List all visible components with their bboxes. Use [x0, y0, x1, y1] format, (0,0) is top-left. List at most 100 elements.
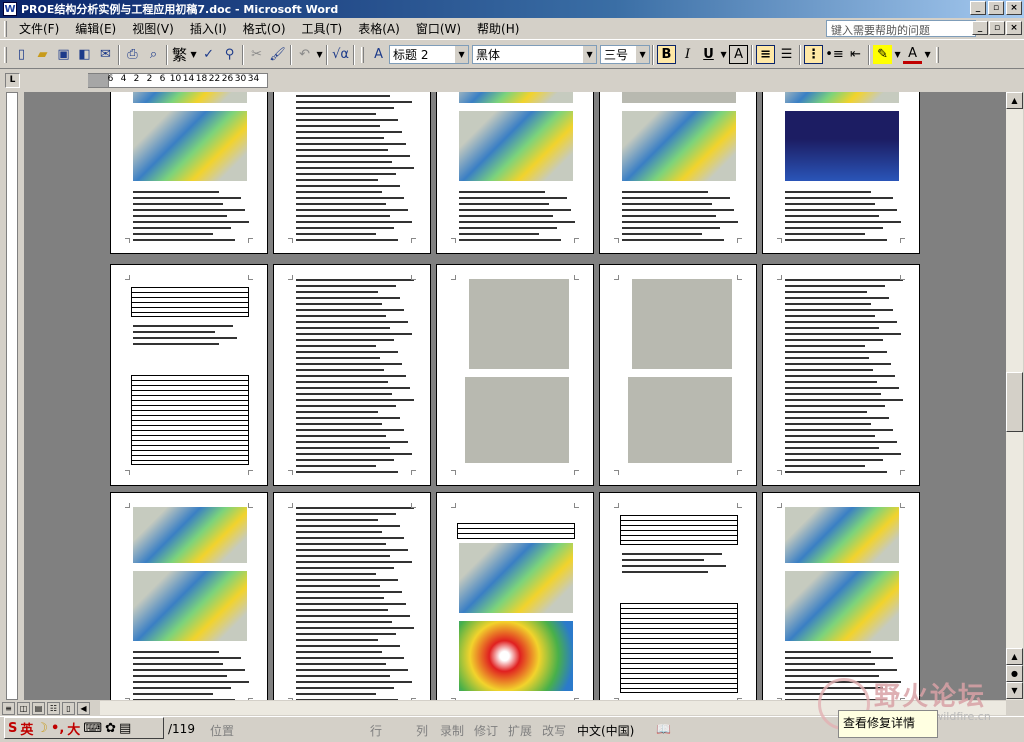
minimize-button[interactable]: _ [970, 1, 986, 15]
outline-view-icon[interactable]: ☷ [47, 701, 60, 715]
tab-selector[interactable]: L [5, 73, 20, 88]
size-combo[interactable]: 三号 ▼ [600, 45, 651, 64]
menu-grip[interactable] [4, 20, 7, 37]
page-thumbnail[interactable] [762, 264, 920, 486]
toolbar-grip[interactable] [361, 46, 365, 63]
underline-dropdown-icon[interactable]: ▼ [719, 50, 728, 59]
menu-help[interactable]: 帮助(H) [469, 18, 527, 39]
email-icon[interactable]: ✉ [95, 44, 116, 65]
restore-button[interactable]: ▫ [988, 1, 1004, 15]
menu-view[interactable]: 视图(V) [124, 18, 182, 39]
font-color-button[interactable]: A [903, 45, 923, 64]
ime-menu-icon[interactable]: ▤ [119, 721, 131, 736]
page-thumbnail[interactable] [273, 264, 431, 486]
menu-format[interactable]: 格式(O) [235, 18, 294, 39]
ime-toolbar[interactable]: S 英 ☽ •, 大 ⌨ ✿ ▤ [4, 717, 164, 739]
close-button[interactable]: × [1006, 1, 1022, 15]
page-thumbnail[interactable] [599, 92, 757, 254]
doc-minimize-button[interactable]: _ [972, 21, 988, 35]
overtype-indicator[interactable]: 改写 [542, 722, 566, 739]
highlight-icon[interactable]: ✎ [873, 45, 893, 64]
menu-insert[interactable]: 插入(I) [182, 18, 235, 39]
cut-icon[interactable]: ✂ [246, 44, 267, 65]
underline-button[interactable]: U [699, 45, 718, 64]
menu-tools[interactable]: 工具(T) [294, 18, 351, 39]
toolbar-grip[interactable] [4, 46, 7, 63]
doc-restore-button[interactable]: ▫ [989, 21, 1005, 35]
decrease-indent-icon[interactable]: ⇤ [846, 45, 865, 64]
page-thumbnail[interactable] [599, 492, 757, 700]
normal-view-icon[interactable]: ≡ [2, 701, 15, 715]
scroll-up-button[interactable]: ▲ [1006, 92, 1023, 109]
repair-details-tooltip[interactable]: 查看修复详情 [838, 710, 938, 738]
document-area[interactable] [24, 92, 1006, 700]
menu-table[interactable]: 表格(A) [350, 18, 408, 39]
skin-icon[interactable]: ✿ [105, 721, 116, 736]
menu-window[interactable]: 窗口(W) [408, 18, 469, 39]
italic-button[interactable]: I [678, 45, 697, 64]
record-macro-indicator[interactable]: 录制 [440, 722, 464, 739]
print-preview-icon[interactable]: ⌕ [143, 44, 164, 65]
page-thumbnail[interactable] [110, 492, 268, 700]
menu-file[interactable]: 文件(F) [11, 18, 67, 39]
font-combo[interactable]: 黑体 ▼ [472, 45, 598, 64]
traditional-dropdown-icon[interactable]: ▼ [189, 50, 198, 59]
font-color-dropdown-icon[interactable]: ▼ [923, 50, 932, 59]
moon-icon[interactable]: ☽ [36, 721, 48, 736]
permission-icon[interactable]: ◧ [74, 44, 95, 65]
page-thumbnail[interactable] [762, 92, 920, 254]
punctuation-icon[interactable]: •, [51, 721, 64, 736]
align-center-icon[interactable]: ☰ [777, 45, 796, 64]
undo-icon[interactable]: ↶ [294, 44, 315, 65]
research-icon[interactable]: ⚲ [219, 44, 240, 65]
traditional-chinese-button[interactable]: 繁 [170, 44, 189, 65]
page-thumbnail[interactable] [110, 92, 268, 254]
print-layout-icon[interactable]: ▤ [32, 701, 45, 715]
numbering-button[interactable]: ⋮ [804, 45, 824, 64]
bold-button[interactable]: B [657, 45, 677, 64]
prev-page-button[interactable]: ▲ [1006, 648, 1023, 665]
reading-view-icon[interactable]: ▯ [62, 701, 75, 715]
scroll-thumb[interactable] [1006, 372, 1023, 432]
page-thumbnail[interactable] [599, 264, 757, 486]
spelling-status-icon[interactable]: 📖 [656, 722, 671, 736]
size-dropdown-icon[interactable]: ▼ [635, 46, 650, 63]
ime-mode[interactable]: 英 [20, 719, 33, 738]
page-thumbnail[interactable] [273, 492, 431, 700]
ime-logo-icon[interactable]: S [8, 721, 17, 736]
vertical-ruler-track[interactable] [6, 92, 18, 700]
keyboard-icon[interactable]: ⌨ [83, 721, 102, 736]
style-dropdown-icon[interactable]: ▼ [454, 46, 469, 63]
page-thumbnail[interactable] [762, 492, 920, 700]
align-left-button[interactable]: ≡ [756, 45, 776, 64]
extend-indicator[interactable]: 扩展 [508, 722, 532, 739]
page-thumbnail[interactable] [273, 92, 431, 254]
new-doc-icon[interactable]: ▯ [11, 44, 32, 65]
print-icon[interactable]: ⎙ [122, 44, 143, 65]
char-border-button[interactable]: A [729, 45, 749, 64]
styles-pane-icon[interactable]: A [368, 44, 389, 65]
language-indicator[interactable]: 中文(中国) [577, 722, 634, 739]
spelling-icon[interactable]: ✓ [198, 44, 219, 65]
save-icon[interactable]: ▣ [53, 44, 74, 65]
web-view-icon[interactable]: ◫ [17, 701, 30, 715]
track-changes-indicator[interactable]: 修订 [474, 722, 498, 739]
page-thumbnail[interactable] [436, 264, 594, 486]
page-thumbnail[interactable] [436, 492, 594, 700]
equation-icon[interactable]: √α [330, 44, 351, 65]
highlight-dropdown-icon[interactable]: ▼ [893, 50, 902, 59]
doc-close-button[interactable]: × [1006, 21, 1022, 35]
undo-dropdown-icon[interactable]: ▼ [315, 50, 324, 59]
menu-edit[interactable]: 编辑(E) [67, 18, 124, 39]
bullets-icon[interactable]: •≡ [825, 45, 844, 64]
open-folder-icon[interactable]: ▰ [32, 44, 53, 65]
format-painter-icon[interactable]: 🖌 [267, 44, 288, 65]
help-search-input[interactable]: 键入需要帮助的问题 [826, 20, 976, 37]
full-half-width[interactable]: 大 [67, 719, 80, 738]
toolbar-grip[interactable] [936, 46, 940, 63]
page-thumbnail[interactable] [436, 92, 594, 254]
font-dropdown-icon[interactable]: ▼ [582, 46, 597, 63]
page-thumbnail[interactable] [110, 264, 268, 486]
style-combo[interactable]: 标题 2 ▼ [389, 45, 470, 64]
word-app-icon[interactable]: W [3, 2, 17, 16]
